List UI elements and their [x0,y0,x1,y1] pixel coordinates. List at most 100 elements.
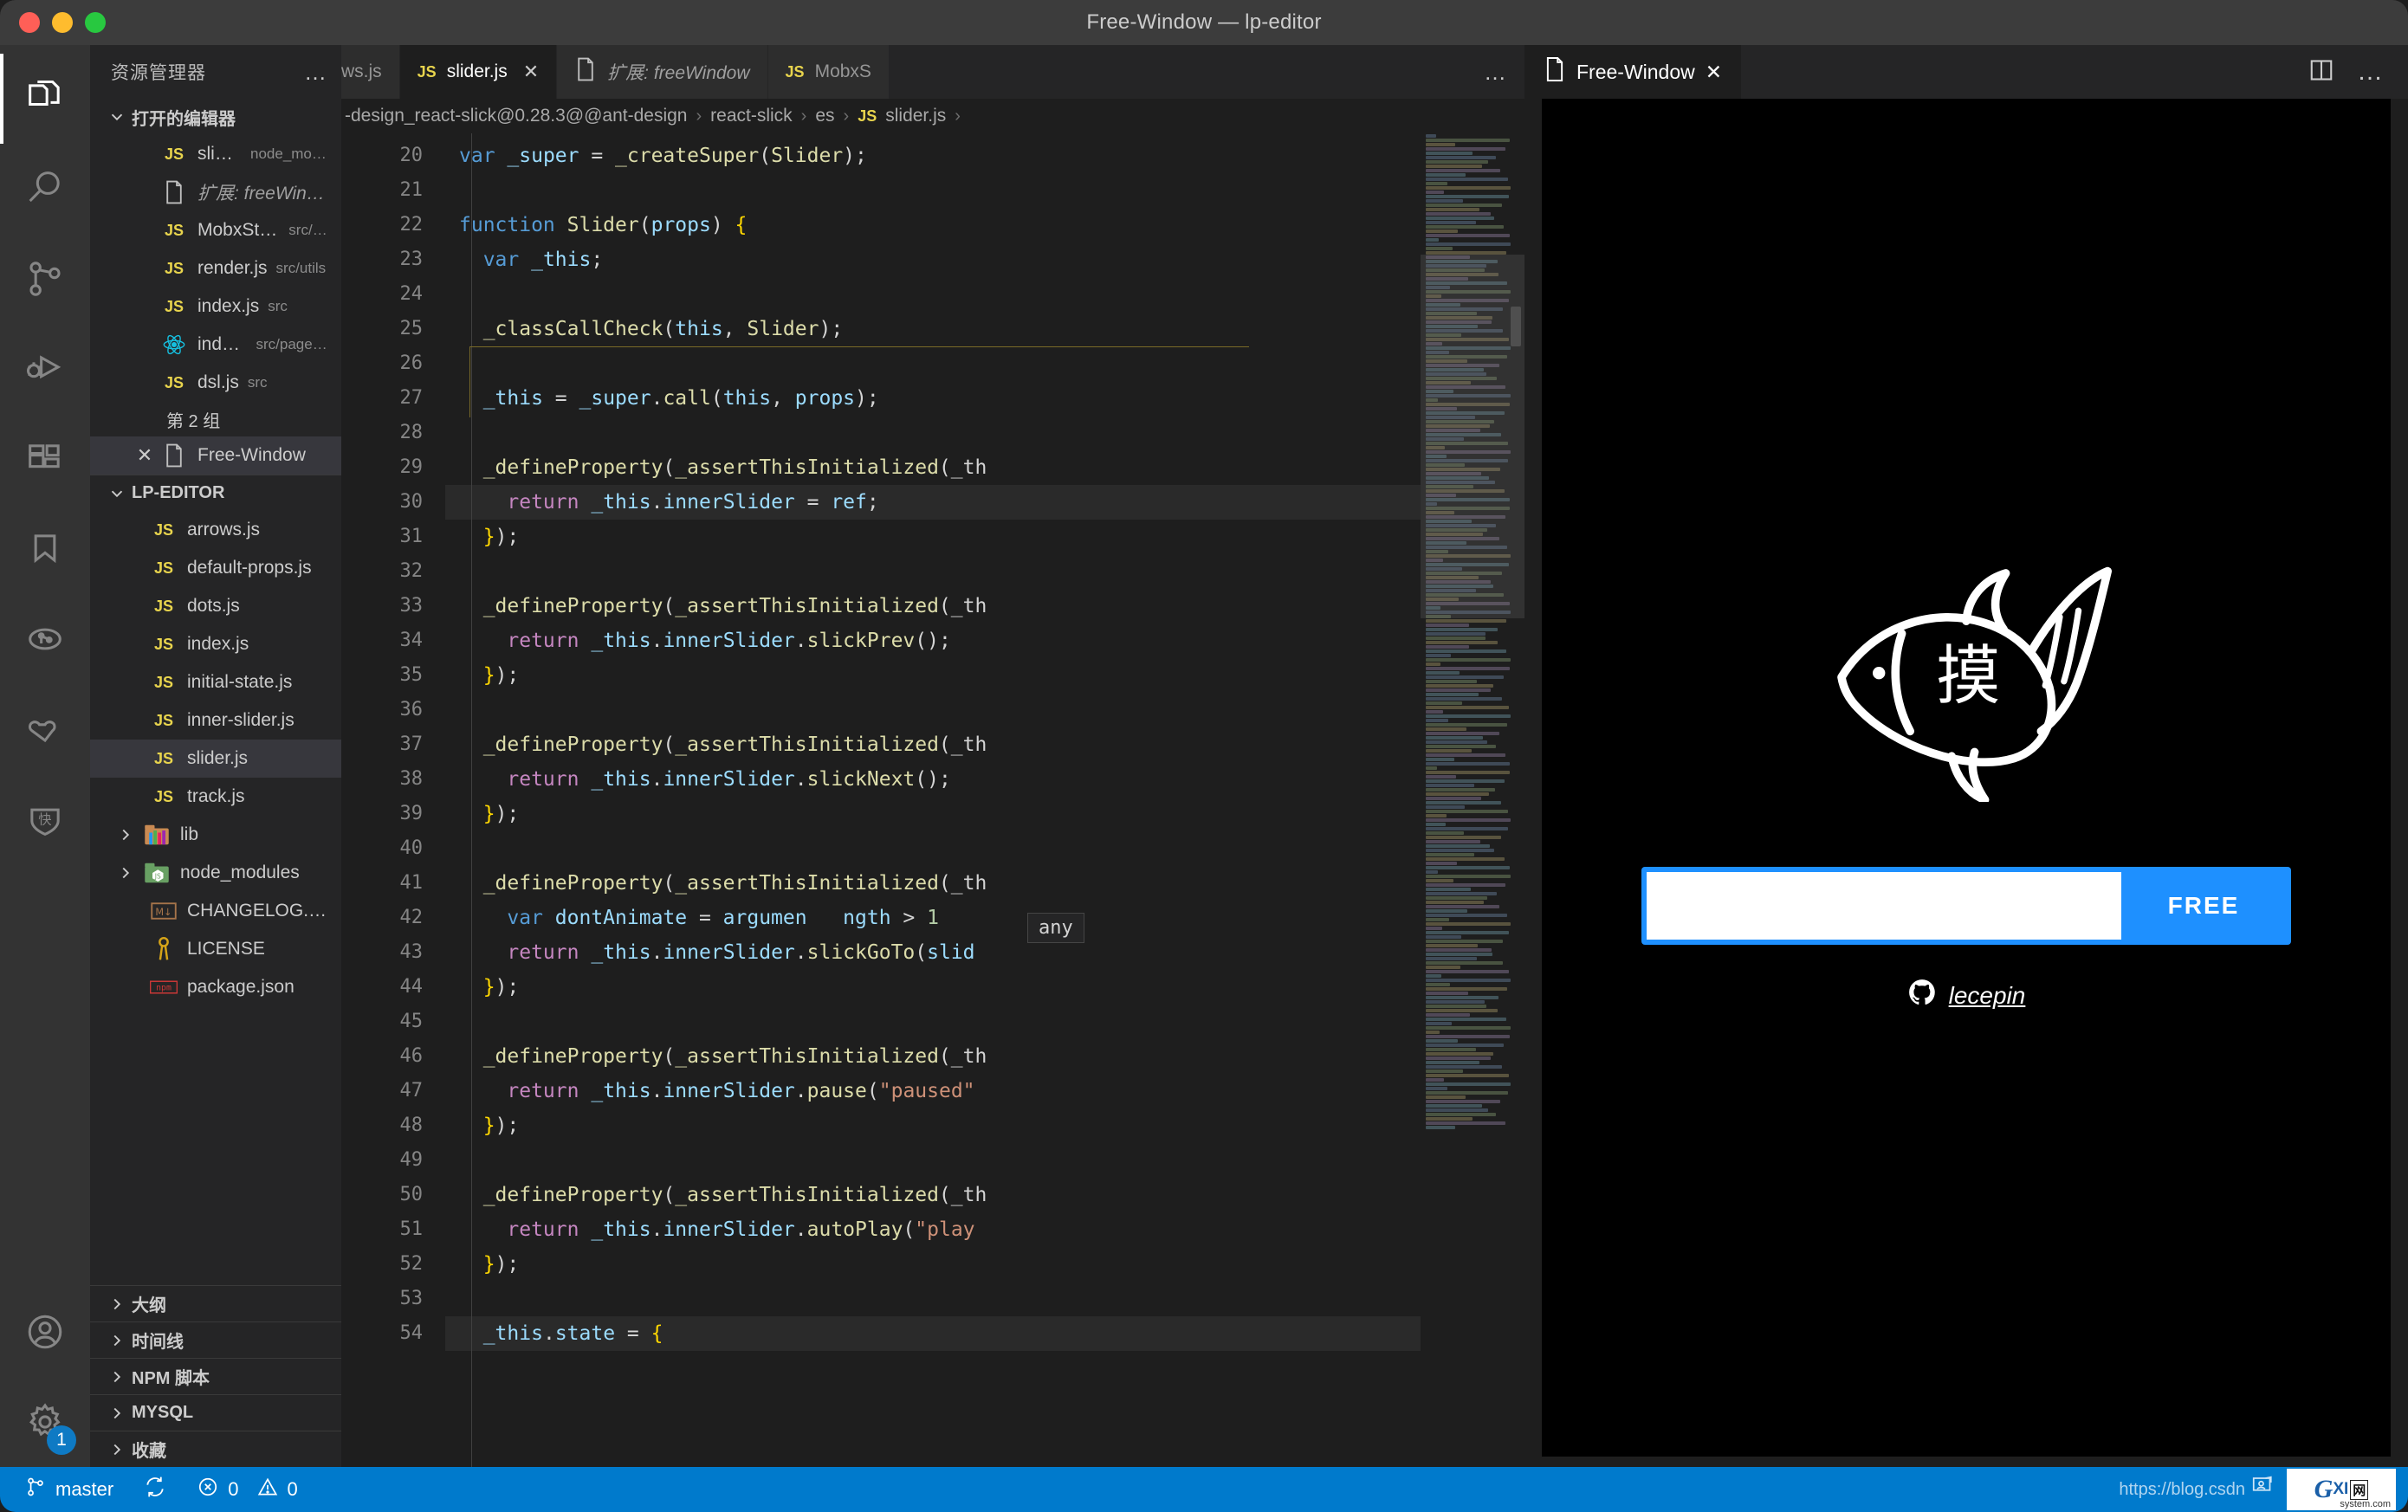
code-line[interactable]: _classCallCheck(this, Slider); [445,312,1421,346]
code-line[interactable]: }); [445,658,1421,693]
code-line[interactable]: return _this.innerSlider.slickPrev(); [445,624,1421,658]
section-favorites[interactable]: 收藏 [90,1431,341,1467]
close-window-button[interactable] [19,12,40,33]
code-line[interactable]: return _this.innerSlider.autoPlay("play [445,1212,1421,1247]
code-line[interactable] [445,554,1421,589]
tab-ws-js[interactable]: ws.js [341,45,400,99]
code-line[interactable] [445,416,1421,450]
code-line[interactable] [445,831,1421,866]
code-line[interactable]: return _this.innerSlider.pause("paused" [445,1074,1421,1108]
code-line[interactable]: return _this.innerSlider = ref; [445,485,1421,520]
code-content[interactable]: var _super = _createSuper(Slider);functi… [445,133,1421,1467]
activity-search[interactable] [0,144,90,234]
code-line[interactable]: return _this.innerSlider.slickNext(); [445,762,1421,797]
code-line[interactable]: _this.state = { [445,1316,1421,1351]
section-timeline[interactable]: 时间线 [90,1321,341,1358]
editor-tab-actions[interactable]: … [1468,45,1524,99]
explorer-more-icon[interactable]: … [304,59,329,86]
code-line[interactable] [445,1282,1421,1316]
list-item[interactable]: index.jsx src/pages/DSL... [90,326,341,364]
breadcrumb-item[interactable]: es [815,106,834,126]
tree-item[interactable]: LICENSE [90,930,341,968]
close-icon[interactable]: ✕ [132,444,158,467]
tab-extension-freewindow[interactable]: 扩展: freeWindow [557,45,767,99]
code-line[interactable]: }); [445,520,1421,554]
list-item[interactable]: JS dsl.js src [90,364,341,402]
code-line[interactable]: _defineProperty(_assertThisInitialized(_… [445,727,1421,762]
activity-run-debug[interactable] [0,324,90,414]
activity-favorites[interactable] [0,684,90,774]
code-line[interactable] [445,693,1421,727]
split-editor-icon[interactable] [2308,57,2334,87]
code-line[interactable]: _this = _super.call(this, props); [445,381,1421,416]
tree-item[interactable]: JS track.js [90,778,341,816]
list-item[interactable]: JS MobxStore.js src/store [90,211,341,249]
close-icon[interactable]: ✕ [523,61,539,83]
tree-item[interactable]: JS arrows.js [90,511,341,549]
code-line[interactable]: function Slider(props) { [445,208,1421,242]
section-open-editors[interactable]: 打开的编辑器 [90,99,341,135]
github-link[interactable]: lecepin [1907,978,2026,1013]
status-sync[interactable] [131,1467,179,1512]
status-problems[interactable]: 0 0 [184,1467,310,1512]
tree-item[interactable]: JS default-props.js [90,549,341,587]
list-item[interactable]: JS index.js src [90,288,341,326]
code-line[interactable] [445,277,1421,312]
tree-item[interactable]: npm package.json [90,968,341,1006]
minimize-window-button[interactable] [52,12,73,33]
status-branch[interactable]: master [12,1467,126,1512]
maximize-window-button[interactable] [85,12,106,33]
code-line[interactable] [445,173,1421,208]
code-line[interactable]: var _super = _createSuper(Slider); [445,139,1421,173]
tab-free-window[interactable]: Free-Window ✕ [1524,45,1741,99]
tree-item[interactable]: JS initial-state.js [90,663,341,701]
activity-settings[interactable]: 1 [0,1377,90,1467]
activity-account[interactable] [0,1287,90,1377]
tree-item[interactable]: JS slider.js [90,740,341,778]
editor-vertical-scrollbar[interactable] [1507,133,1524,1467]
code-line[interactable]: }); [445,797,1421,831]
activity-explorer[interactable] [0,54,90,144]
tree-item[interactable]: JS inner-slider.js [90,701,341,740]
code-line[interactable]: var _this; [445,242,1421,277]
code-line[interactable]: }); [445,1247,1421,1282]
code-line[interactable] [445,346,1421,381]
activity-extensions[interactable] [0,414,90,504]
code-editor[interactable]: 2021222324252627282930313233343536373839… [341,133,1524,1467]
free-button[interactable]: FREE [2121,872,2286,940]
list-item[interactable]: JS render.js src/utils [90,249,341,288]
activity-git-graph[interactable] [0,594,90,684]
tab-mobxstore-js[interactable]: JS MobxS [768,45,890,99]
more-actions-icon[interactable]: … [1484,59,1509,86]
code-line[interactable] [445,1005,1421,1039]
list-item[interactable]: JS slider.js node_modules/... [90,135,341,173]
section-project-root[interactable]: LP-EDITOR [90,475,341,511]
code-line[interactable]: var dontAnimate = argumen ngth > 1 [445,901,1421,935]
free-input[interactable] [1647,872,2121,940]
activity-bookmarks[interactable] [0,504,90,594]
tree-item-folder[interactable]: lib [90,816,341,854]
section-npm-scripts[interactable]: NPM 脚本 [90,1358,341,1394]
tree-item[interactable]: JS index.js [90,625,341,663]
tree-item[interactable]: JS dots.js [90,587,341,625]
breadcrumb-item[interactable]: react-slick [710,106,793,126]
list-item[interactable]: ✕ Free-Window [90,436,341,475]
code-line[interactable]: return _this.innerSlider.slickGoTo(slid [445,935,1421,970]
list-item[interactable]: 扩展: freeWindow [90,173,341,211]
code-line[interactable]: _defineProperty(_assertThisInitialized(_… [445,589,1421,624]
tree-item-folder[interactable]: JS node_modules [90,854,341,892]
close-icon[interactable]: ✕ [1706,61,1722,84]
breadcrumb-item[interactable]: -design_react-slick@0.28.3@@ant-design [345,106,687,126]
code-line[interactable]: }); [445,970,1421,1005]
code-line[interactable]: _defineProperty(_assertThisInitialized(_… [445,1039,1421,1074]
code-line[interactable]: _defineProperty(_assertThisInitialized(_… [445,450,1421,485]
tab-slider-js[interactable]: JS slider.js ✕ [400,45,558,99]
code-line[interactable]: }); [445,1108,1421,1143]
breadcrumb-item[interactable]: slider.js [885,106,946,126]
code-line[interactable]: _defineProperty(_assertThisInitialized(_… [445,866,1421,901]
activity-shield[interactable]: 快 [0,774,90,864]
activity-source-control[interactable] [0,234,90,324]
section-mysql[interactable]: MYSQL [90,1394,341,1431]
section-outline[interactable]: 大纲 [90,1285,341,1321]
scrollbar-thumb[interactable] [1511,307,1521,346]
